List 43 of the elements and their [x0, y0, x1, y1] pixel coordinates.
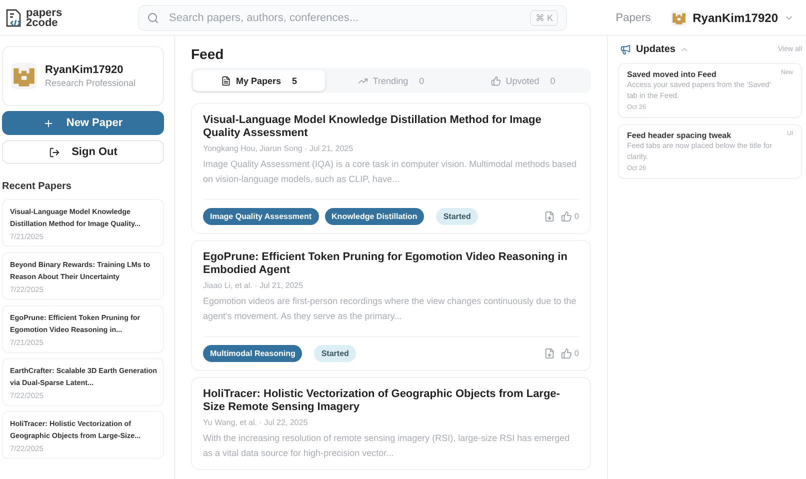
update-title: Saved moved into Feed — [627, 70, 718, 79]
feed-tab[interactable]: My Papers 5 — [193, 70, 325, 91]
thumbs-up-icon — [560, 211, 572, 222]
paper-card[interactable] — [191, 240, 591, 371]
document-icon[interactable] — [544, 348, 555, 359]
status-tag: Started — [314, 345, 356, 362]
profile-name: RyanKim17920 — [45, 64, 124, 76]
paper-meta: Yongkang Hou, Jiarun Song · Jul 21, 2025 — [203, 144, 354, 153]
paper-card[interactable] — [191, 103, 591, 234]
search-icon — [147, 12, 159, 24]
plus-icon — [43, 118, 54, 128]
avatar-icon — [11, 63, 37, 89]
thumbs-up-icon — [490, 76, 501, 86]
paper-abstract: With the increasing resolution of remote sensing imagery (RSI), large-size RSI has emerged as a vital data source for high-precision vector... — [203, 432, 571, 460]
profile-role: Research Professional — [45, 78, 136, 88]
trending-icon — [358, 76, 368, 86]
topic-tag: Knowledge Distillation — [324, 208, 424, 225]
section-title: Recent Papers — [2, 181, 72, 192]
avatar-icon — [670, 10, 687, 26]
topic-tag: Image Quality Assessment — [203, 208, 319, 225]
paper-title: EgoPrune: Efficient Token Pruning for Egomotion Video Reasoning in Embodied Agent — [203, 251, 568, 277]
thumbs-up-icon — [560, 348, 572, 359]
paper-meta: Yu Wang, et al. · Jul 22, 2025 — [203, 418, 309, 427]
paper-abstract: Image Quality Assessment (IQA) is a core task in computer vision. Multimodal methods based on vision-language models, such as CLIP, have... — [203, 158, 578, 186]
logo-text: papers 2code — [26, 8, 62, 28]
updates-title: Updates — [636, 44, 676, 55]
shortcut-hint: ⌘ K — [530, 10, 558, 26]
paper-meta: Jiaao Li, et al. · Jul 21, 2025 — [203, 281, 304, 290]
sign-out-button[interactable]: Sign Out — [2, 140, 164, 164]
topic-tag: Multimodal Reasoning — [203, 345, 302, 362]
user-menu[interactable]: RyanKim17920 — [670, 10, 794, 26]
document-icon[interactable] — [544, 211, 555, 222]
update-title: Feed header spacing tweak — [627, 131, 732, 140]
file-icon — [220, 76, 231, 86]
status-tag: Started — [436, 208, 478, 225]
paper-title: Visual-Language Model Knowledge Distillation Method for Image Quality Assessment — [203, 114, 542, 140]
new-paper-button[interactable]: New Paper — [2, 111, 164, 135]
paper-title: HoliTracer: Holistic Vectorization of Geographic Objects from Large-Size Remote Sensing Imagery — [203, 388, 561, 414]
page-title: Feed — [191, 46, 225, 62]
sign-out-icon — [48, 146, 60, 158]
search-input[interactable]: Search papers, authors, conferences... — [167, 10, 522, 24]
paper-abstract: Egomotion videos are first-person recordings where the view changes continuously due to the agent's movement. As they serve as the primary... — [203, 295, 578, 323]
megaphone-icon — [620, 44, 631, 55]
